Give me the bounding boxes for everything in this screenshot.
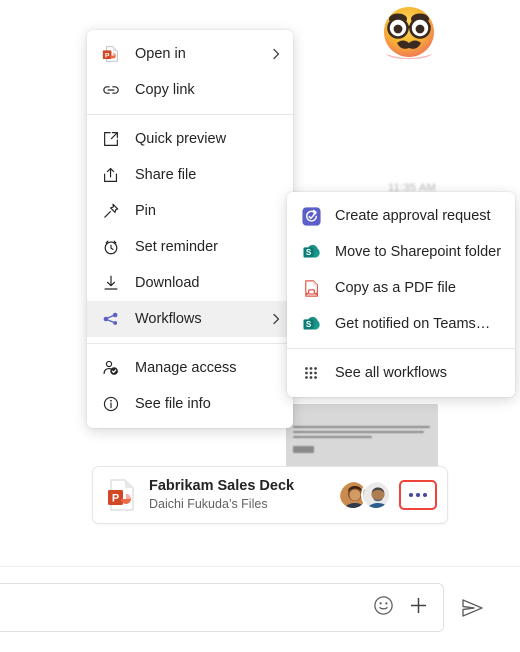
menu-item-see-file-info[interactable]: See file info (87, 386, 293, 422)
menu-item-manage-access[interactable]: Manage access (87, 350, 293, 386)
menu-item-quick-preview[interactable]: Quick preview (87, 121, 293, 157)
menu-item-label: Workflows (135, 311, 202, 327)
menu-separator (287, 348, 515, 349)
menu-item-label: Manage access (135, 360, 237, 376)
menu-item-label: Copy link (135, 82, 195, 98)
dot (416, 493, 420, 497)
info-icon (100, 393, 122, 415)
submenu-item-label: See all workflows (335, 365, 448, 381)
approval-icon (300, 205, 322, 227)
submenu-item-label: Move to Sharepoint folder (335, 244, 502, 260)
chevron-right-icon (269, 312, 283, 326)
submenu-item-move-to-sharepoint-folder[interactable]: S Move to Sharepoint folder (287, 234, 515, 270)
submenu-item-label: Get notified on Teams… (335, 316, 491, 332)
pin-icon (100, 200, 122, 222)
menu-separator (87, 343, 293, 344)
powerpoint-file-icon: P (100, 43, 122, 65)
menu-item-download[interactable]: Download (87, 265, 293, 301)
svg-text:P: P (112, 493, 119, 505)
menu-item-label: Set reminder (135, 239, 219, 255)
divider (0, 566, 520, 567)
sharepoint-icon: S (300, 241, 322, 263)
send-button[interactable] (458, 594, 486, 622)
file-title: Fabrikam Sales Deck (149, 478, 295, 494)
document-preview-thumbnail[interactable] (286, 404, 438, 470)
share-icon (100, 164, 122, 186)
file-attachment-card[interactable]: P Fabrikam Sales Deck Daichi Fukuda’s Fi… (92, 466, 448, 524)
more-options-button[interactable] (399, 480, 437, 510)
dot (423, 493, 427, 497)
download-icon (100, 272, 122, 294)
menu-item-pin[interactable]: Pin (87, 193, 293, 229)
menu-item-label: Quick preview (135, 131, 227, 147)
quick-preview-icon (100, 128, 122, 150)
menu-separator (87, 114, 293, 115)
menu-item-copy-link[interactable]: Copy link (87, 72, 293, 108)
menu-item-label: Pin (135, 203, 156, 219)
submenu-item-copy-as-pdf-file[interactable]: Copy as a PDF file (287, 270, 515, 306)
svg-text:S: S (305, 247, 311, 256)
menu-item-label: Share file (135, 167, 197, 183)
menu-item-label: See file info (135, 396, 211, 412)
menu-item-open-in[interactable]: P Open in (87, 36, 293, 72)
dot (409, 493, 413, 497)
manage-access-icon (100, 357, 122, 379)
file-card-text: Fabrikam Sales Deck Daichi Fukuda’s File… (149, 477, 338, 513)
menu-item-label: Open in (135, 46, 186, 62)
svg-text:P: P (105, 52, 110, 59)
submenu-item-create-approval-request[interactable]: Create approval request (287, 198, 515, 234)
submenu-item-get-notified-on-teams[interactable]: S Get notified on Teams… (287, 306, 515, 342)
submenu-item-see-all-workflows[interactable]: See all workflows (287, 355, 515, 391)
pdf-file-icon (300, 277, 322, 299)
menu-item-label: Download (135, 275, 200, 291)
plus-icon[interactable] (408, 595, 429, 621)
avatar-group (338, 480, 391, 510)
submenu-item-label: Copy as a PDF file (335, 280, 456, 296)
chevron-right-icon (269, 47, 283, 61)
grid-dots-icon (300, 362, 322, 384)
sharepoint-icon: S (300, 313, 322, 335)
message-compose-box[interactable] (0, 583, 444, 632)
emoji-icon[interactable] (373, 595, 394, 621)
menu-item-set-reminder[interactable]: Set reminder (87, 229, 293, 265)
menu-item-workflows[interactable]: Workflows (87, 301, 293, 337)
disguised-face-emoji[interactable] (376, 2, 442, 60)
workflows-icon (100, 308, 122, 330)
svg-text:S: S (305, 319, 311, 328)
menu-item-share-file[interactable]: Share file (87, 157, 293, 193)
submenu-item-label: Create approval request (335, 208, 491, 224)
powerpoint-file-icon: P (107, 479, 137, 511)
file-location: Daichi Fukuda’s Files (149, 497, 268, 511)
alarm-clock-icon (100, 236, 122, 258)
link-icon (100, 79, 122, 101)
workflows-submenu[interactable]: Create approval request S Move to Sharep… (287, 192, 515, 397)
file-context-menu[interactable]: P Open in Copy link Quick preview Share … (87, 30, 293, 428)
avatar[interactable] (361, 480, 391, 510)
